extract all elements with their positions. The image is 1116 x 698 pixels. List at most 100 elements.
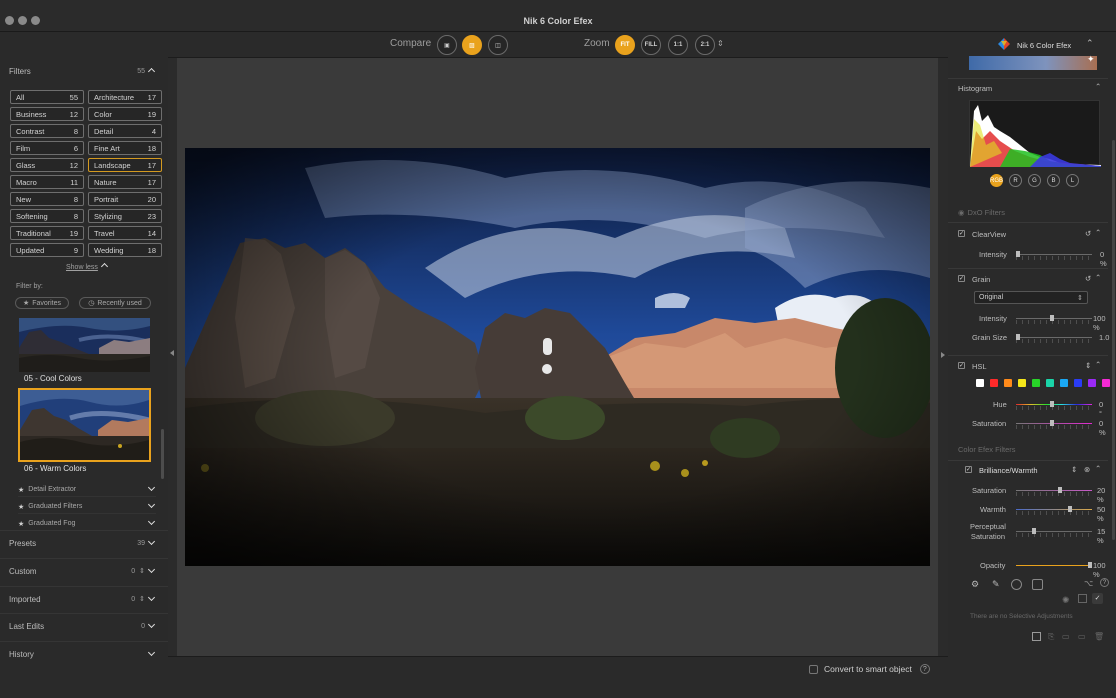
filters-count[interactable]: 55 [137,64,154,78]
left-scrollbar[interactable] [161,429,164,479]
section-presets[interactable]: Presets 39 [0,530,168,557]
control-point-icon[interactable]: ⚙ [971,579,980,589]
category-architecture[interactable]: Architecture 17 [88,90,162,104]
right-scrollbar[interactable] [1112,140,1115,540]
brush-icon[interactable]: ✎ [992,579,1001,589]
hsl-swatch[interactable] [1102,379,1110,387]
zoom-1-1-button[interactable]: 1:1 [668,35,688,55]
add-adjustment-icon[interactable] [1032,632,1041,641]
gradient-icon[interactable] [1011,579,1022,590]
category-fine-art[interactable]: Fine Art 18 [88,141,162,155]
duplicate-icon[interactable]: ⎘ [1048,632,1054,642]
category-nature[interactable]: Nature 17 [88,175,162,189]
pin-icon[interactable]: ✦ [1087,54,1095,65]
filter-row-graduated-filters[interactable]: ★ Graduated Filters [18,500,156,514]
hsl-swatch[interactable] [1060,379,1068,387]
chevron-up-icon[interactable]: ⌃ [1095,464,1101,473]
hsl-swatch[interactable] [1032,379,1040,387]
right-panel-collapse-strip[interactable] [938,32,948,698]
section-imported[interactable]: Imported 0 ⇕ [0,586,168,613]
hsl-swatch[interactable] [990,379,998,387]
help-icon[interactable]: ? [1100,578,1109,587]
channel-b-button[interactable]: B [1047,174,1060,187]
help-icon[interactable]: ? [919,664,930,674]
reset-icon[interactable]: ↺ [1085,274,1091,283]
grain-size-slider[interactable] [1016,334,1092,343]
hsl-checkbox[interactable]: ✓ [958,362,965,369]
clearview-checkbox[interactable]: ✓ [958,230,965,237]
chevron-up-icon[interactable]: ⌃ [1095,360,1101,369]
chevron-up-icon[interactable]: ⌃ [1095,82,1101,91]
mask-icon[interactable] [1032,579,1043,590]
section-history[interactable]: History [0,641,168,668]
category-color[interactable]: Color 19 [88,107,162,121]
clearview-intensity-slider[interactable] [1016,251,1092,260]
brilliance-checkbox[interactable]: ✓ [965,466,972,473]
grain-intensity-slider[interactable] [1016,315,1092,324]
category-business[interactable]: Business 12 [10,107,84,121]
hsl-hue-slider[interactable] [1016,401,1092,410]
filter-row-detail-extractor[interactable]: ★ Detail Extractor [18,483,156,497]
category-all[interactable]: All 55 [10,90,84,104]
remove-filter-icon[interactable]: ⊗ [1084,465,1090,474]
category-portrait[interactable]: Portrait 20 [88,192,162,206]
category-landscape[interactable]: Landscape 17 [88,158,162,172]
convert-checkbox[interactable] [809,664,818,674]
category-new[interactable]: New 8 [10,192,84,206]
compare-single-button[interactable]: ▨ [462,35,482,55]
hsl-saturation-slider[interactable] [1016,420,1092,429]
hsl-swatch[interactable] [976,379,984,387]
reset-icon[interactable]: ↺ [1085,229,1091,238]
confirm-icon[interactable]: ✓ [1092,593,1103,604]
zoom-2-1-button[interactable]: 2:1 [695,35,715,55]
zoom-fit-button[interactable]: FIT [615,35,635,55]
brilliance-saturation-slider[interactable] [1016,487,1092,496]
channel-l-button[interactable]: L [1066,174,1079,187]
preset-thumb-cool-colors[interactable] [19,318,150,372]
preview-image[interactable] [185,148,930,566]
convert-smart-object[interactable]: Convert to smart object ? [809,664,930,674]
favorites-pill[interactable]: ★ Favorites [15,297,69,309]
category-wedding[interactable]: Wedding 18 [88,243,162,257]
section-last-edits[interactable]: Last Edits 0 [0,613,168,640]
compare-sidebyside-button[interactable]: ◫ [488,35,508,55]
channel-r-button[interactable]: R [1009,174,1022,187]
channel-g-button[interactable]: G [1028,174,1041,187]
grain-checkbox[interactable]: ✓ [958,275,965,282]
show-less-link[interactable]: Show less [66,262,107,271]
zoom-stepper-icon[interactable]: ⇕ [717,39,724,48]
filter-row-graduated-fog[interactable]: ★ Graduated Fog [18,517,156,531]
opacity-slider[interactable] [1016,562,1092,568]
category-film[interactable]: Film 6 [10,141,84,155]
group-icon[interactable]: ▭ [1062,632,1070,641]
recently-used-pill[interactable]: ◷ Recently used [79,297,151,309]
grain-mode-select[interactable]: Original ⇕ [974,291,1088,304]
section-custom[interactable]: Custom 0 ⇕ [0,558,168,585]
trash-icon[interactable]: 🗑 [1094,632,1104,641]
navigator-thumbnail[interactable] [969,56,1097,70]
channel-rgb-button[interactable]: RGB [990,174,1003,187]
mask-toggle-icon[interactable] [1078,594,1087,603]
category-detail[interactable]: Detail 4 [88,124,162,138]
compare-split-button[interactable]: ▣ [437,35,457,55]
category-stylizing[interactable]: Stylizing 23 [88,209,162,223]
collapse-panel-icon[interactable]: ⌃ [1086,38,1094,49]
chevron-up-icon[interactable]: ⌃ [1095,273,1101,282]
hsl-swatch[interactable] [1004,379,1012,387]
hsl-swatch[interactable] [1088,379,1096,387]
filters-header[interactable]: Filters [9,64,31,78]
category-updated[interactable]: Updated 9 [10,243,84,257]
category-contrast[interactable]: Contrast 8 [10,124,84,138]
category-travel[interactable]: Travel 14 [88,226,162,240]
hsl-swatch[interactable] [1074,379,1082,387]
stepper-icon[interactable]: ⇕ [1071,465,1077,474]
left-panel-collapse-strip[interactable] [168,58,177,656]
hsl-swatch[interactable] [1046,379,1054,387]
category-softening[interactable]: Softening 8 [10,209,84,223]
preset-thumb-warm-colors[interactable] [18,388,151,462]
ungroup-icon[interactable]: ▭ [1078,632,1086,641]
stepper-icon[interactable]: ⇕ [1085,361,1091,370]
hsl-swatch[interactable] [1018,379,1026,387]
perceptual-saturation-slider[interactable] [1016,528,1092,537]
zoom-fill-button[interactable]: FILL [641,35,661,55]
